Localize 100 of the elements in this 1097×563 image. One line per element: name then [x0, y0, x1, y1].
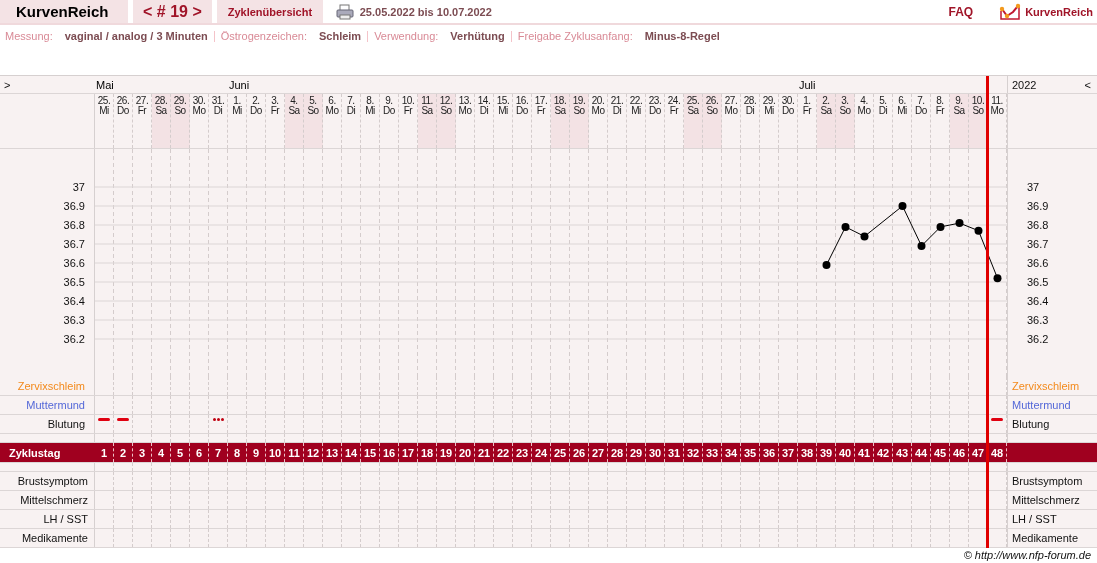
cycle-day-number: 27: [591, 446, 605, 459]
cycle-day-number: 33: [705, 446, 719, 459]
day-header: 31. Di: [209, 94, 228, 148]
printer-icon[interactable]: [335, 3, 354, 20]
cycle-day-number: 39: [819, 446, 833, 459]
day-header: 19. So: [570, 94, 589, 148]
cycle-day-number: 36: [762, 446, 776, 459]
day-header: 9. Sa: [950, 94, 969, 148]
collapse-arrow[interactable]: <: [1084, 78, 1091, 91]
cycle-day-number: 29: [629, 446, 643, 459]
axis-label: 36.9: [1027, 200, 1049, 212]
cycle-day-number: 48: [990, 446, 1004, 459]
row-label: Muttermund: [26, 399, 85, 411]
axis-label: 36.7: [63, 238, 85, 250]
cycle-day-number: 37: [781, 446, 795, 459]
cycle-day-number: 42: [876, 446, 890, 459]
row-label: Muttermund: [1012, 399, 1071, 411]
temperature-point: [955, 219, 964, 228]
row-label: Medikamente: [1012, 532, 1079, 544]
row-label: Brustsymptom: [17, 475, 88, 487]
cycle-day-number: 15: [363, 446, 377, 459]
temperature-point: [898, 202, 907, 210]
cycle-day-number: 44: [914, 446, 928, 459]
day-header: 20. Mo: [589, 94, 608, 148]
cycle-day-number: 40: [838, 446, 852, 459]
axis-label: 36.9: [63, 200, 85, 212]
day-header: 16. Do: [513, 94, 532, 148]
month-label: Mai: [95, 78, 114, 91]
axis-label: 37: [1027, 181, 1040, 193]
day-header: 30. Do: [779, 94, 798, 148]
cycle-day-number: 9: [252, 446, 260, 459]
axis-label: 36.7: [1027, 238, 1049, 250]
day-header: 15. Mi: [494, 94, 513, 148]
cycle-day-number: 26: [572, 446, 586, 459]
day-header: 4. Sa: [285, 94, 304, 148]
cycle-day-label: Zyklustag: [9, 446, 61, 459]
cycle-day-number: 5: [176, 446, 184, 459]
cycle-day-number: 8: [233, 446, 241, 459]
day-header: 11. Sa: [418, 94, 437, 148]
cycle-day-number: 17: [401, 446, 415, 459]
temperature-point: [993, 274, 1002, 283]
axis-label: 36.8: [63, 219, 85, 231]
setting-label: Östrogenzeichen:: [220, 30, 307, 42]
month-label: Juni: [228, 78, 250, 91]
day-header: 25. Sa: [684, 94, 703, 148]
axis-label: 36.4: [1027, 295, 1049, 307]
cycle-overview-tab[interactable]: Zyklenübersicht: [216, 0, 323, 23]
cycle-day-number: 34: [724, 446, 738, 459]
cycle-day-number: 12: [306, 446, 320, 459]
row-label: Mittelschmerz: [20, 494, 88, 506]
row-label: Blutung: [47, 418, 85, 430]
cycle-day-number: 4: [157, 446, 165, 459]
logo-text: KurvenReich: [1025, 5, 1093, 18]
temperature-point: [917, 241, 926, 250]
day-header: 22. Mi: [627, 94, 646, 148]
day-header: 12. So: [437, 94, 456, 148]
cycle-day-number: 18: [420, 446, 434, 459]
day-header: 18. Sa: [551, 94, 570, 148]
day-header: 26. Do: [114, 94, 133, 148]
year-label: 2022: [1012, 78, 1037, 91]
row-label: Zervixschleim: [1012, 380, 1080, 392]
day-header: 9. Do: [380, 94, 399, 148]
temperature-point: [936, 222, 945, 231]
cycle-day-number: 7: [214, 446, 222, 459]
faq-link[interactable]: FAQ: [948, 4, 974, 19]
temperature-point: [841, 222, 850, 231]
expand-arrow[interactable]: >: [4, 78, 11, 91]
cycle-day-number: 19: [439, 446, 453, 459]
cycle-day-number: 35: [743, 446, 757, 459]
day-header: 7. Di: [342, 94, 361, 148]
row-label: Blutung: [1012, 418, 1050, 430]
day-header: 14. Di: [475, 94, 494, 148]
day-header: 29. So: [171, 94, 190, 148]
cycle-navigation[interactable]: < # 19 >: [133, 0, 212, 23]
cycle-day-number: 16: [382, 446, 396, 459]
axis-label: 36.2: [63, 333, 85, 345]
cycle-day-number: 32: [686, 446, 700, 459]
cycle-day-number: 2: [119, 446, 127, 459]
cycle-day-number: 14: [344, 446, 358, 459]
cycle-day-number: 31: [667, 446, 681, 459]
cycle-day-number: 24: [534, 446, 548, 459]
cycle-day-number: 6: [195, 446, 203, 459]
cycle-day-number: 11: [288, 446, 300, 459]
day-header: 26. So: [703, 94, 722, 148]
day-header: 5. Di: [874, 94, 893, 148]
cycle-day-number: 47: [971, 446, 985, 459]
app-title: KurvenReich: [0, 0, 128, 23]
cycle-day-number: 30: [648, 446, 662, 459]
temperature-point: [822, 260, 831, 269]
day-header: 2. Do: [247, 94, 266, 148]
day-header: 23. Do: [646, 94, 665, 148]
cycle-day-number: 38: [800, 446, 814, 459]
cycle-day-number: 21: [477, 446, 491, 459]
row-label: Mittelschmerz: [1012, 494, 1080, 506]
day-header: 6. Mo: [323, 94, 342, 148]
day-header: 29. Mi: [760, 94, 779, 148]
day-header: 30. Mo: [190, 94, 209, 148]
day-header: 2. Sa: [817, 94, 836, 148]
day-header: 28. Sa: [152, 94, 171, 148]
day-header: 1. Mi: [228, 94, 247, 148]
